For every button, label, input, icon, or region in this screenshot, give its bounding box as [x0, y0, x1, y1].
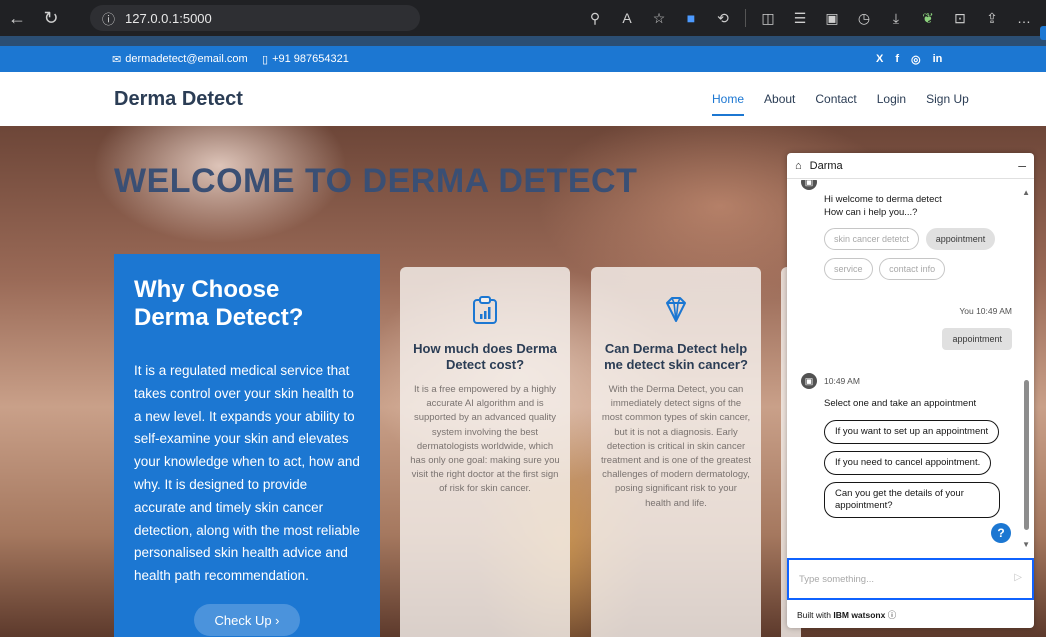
chat-message-input[interactable]	[789, 560, 999, 598]
social-links: X f ◎ in	[876, 53, 942, 66]
brand-logo[interactable]: Derma Detect	[114, 88, 243, 111]
toolbar-divider	[745, 9, 746, 27]
refresh-icon[interactable]: ↻	[34, 0, 68, 36]
check-up-button[interactable]: Check Up ›	[194, 604, 300, 636]
home-icon[interactable]: ⌂	[795, 160, 802, 172]
site-header: Derma Detect Home About Contact Login Si…	[0, 72, 1046, 126]
contact-topbar: ✉ dermadetect@email.com ▯ +91 987654321 …	[0, 46, 1046, 72]
why-choose-card: Why Choose Derma Detect? It is a regulat…	[114, 254, 380, 637]
option-appointment-details[interactable]: Can you get the details of your appointm…	[824, 482, 1000, 518]
footer-prefix: Built with	[797, 610, 834, 620]
scroll-down-icon[interactable]: ▼	[1022, 540, 1030, 549]
zoom-icon[interactable]: ⚲	[579, 10, 611, 27]
nav-home[interactable]: Home	[712, 92, 745, 116]
instagram-icon[interactable]: ◎	[911, 53, 921, 66]
browser-toolbar: ← ↻ ⓘ 127.0.0.1:5000 ⚲ A ☆ ■ ⟲ ◫ ☰ ▣ ◷ ⤓…	[0, 0, 1046, 36]
option-set-up-appointment[interactable]: If you want to set up an appointment	[824, 420, 1000, 444]
bot-avatar-icon: ▣	[801, 373, 817, 389]
chat-scrollbar[interactable]	[1024, 380, 1029, 530]
diamond-icon	[662, 295, 690, 325]
facebook-icon[interactable]: f	[895, 53, 899, 66]
chat-input-box: ▷	[787, 558, 1034, 600]
screenshot-icon[interactable]: ⊡	[944, 10, 976, 27]
chat-title: Darma	[809, 159, 843, 172]
bot-avatar-icon: ▣	[801, 180, 817, 190]
detect-card-body: With the Derma Detect, you can immediate…	[601, 384, 751, 509]
bot-welcome-message: Hi welcome to derma detect How can i hel…	[824, 193, 942, 219]
minimize-icon[interactable]: –	[1018, 157, 1026, 173]
chat-header: ⌂ Darma –	[787, 153, 1034, 179]
footer-brand: IBM watsonx	[833, 610, 886, 620]
collections-icon[interactable]: ▣	[816, 10, 848, 27]
option-cancel-appointment[interactable]: If you need to cancel appointment.	[824, 451, 992, 475]
detect-card-title: Can Derma Detect help me detect skin can…	[604, 341, 748, 372]
info-icon[interactable]: ⓘ	[888, 610, 897, 620]
chip-contact-info[interactable]: contact info	[879, 258, 946, 280]
cost-card-title: How much does Derma Detect cost?	[413, 341, 557, 372]
nav-signup[interactable]: Sign Up	[926, 92, 969, 116]
why-body: It is a regulated medical service that t…	[134, 363, 360, 584]
site-info-icon[interactable]: ⓘ	[102, 9, 115, 28]
arrow-left-icon[interactable]: ←	[0, 0, 34, 36]
url-text: 127.0.0.1:5000	[125, 10, 212, 26]
share-icon[interactable]: ⇪	[976, 10, 1008, 27]
favorite-star-icon[interactable]: ☆	[643, 10, 675, 27]
chip-row-1: skin cancer detetct appointment	[824, 228, 999, 250]
favorites-list-icon[interactable]: ☰	[784, 10, 816, 27]
extension-icon[interactable]: ■	[675, 10, 707, 26]
detect-card: Can Derma Detect help me detect skin can…	[591, 267, 761, 637]
chat-footer: Built with IBM watsonx ⓘ	[797, 609, 896, 621]
cost-card: How much does Derma Detect cost? It is a…	[400, 267, 570, 637]
browser-actions: ⚲ A ☆ ■ ⟲ ◫ ☰ ▣ ◷ ⤓ ❦ ⊡ ⇪ …	[579, 0, 1040, 36]
bot-prompt-message: Select one and take an appointment	[824, 398, 977, 409]
user-message-meta: You 10:49 AM	[959, 306, 1012, 316]
send-icon[interactable]: ▷	[1014, 572, 1022, 583]
hero-title: WELCOME TO DERMA DETECT	[114, 162, 638, 200]
chip-appointment[interactable]: appointment	[925, 228, 996, 250]
welcome-line-1: Hi welcome to derma detect	[824, 194, 942, 205]
topbar-phone[interactable]: ▯ +91 987654321	[262, 53, 349, 66]
topbar-email[interactable]: ✉ dermadetect@email.com	[112, 53, 248, 66]
scroll-up-icon[interactable]: ▲	[1022, 188, 1030, 197]
chip-row-2: service contact info	[824, 258, 949, 280]
download-icon[interactable]: ⤓	[880, 10, 912, 27]
chat-widget: ⌂ Darma – ▣ Hi welcome to derma detect H…	[787, 153, 1034, 628]
history-icon[interactable]: ◷	[848, 10, 880, 27]
more-menu-icon[interactable]: …	[1008, 10, 1040, 26]
email-text: dermadetect@email.com	[125, 53, 248, 65]
x-twitter-icon[interactable]: X	[876, 53, 883, 66]
phone-icon: ▯	[262, 53, 269, 66]
extension-green-icon[interactable]: ❦	[912, 10, 944, 27]
help-button[interactable]: ?	[991, 523, 1011, 543]
chip-service[interactable]: service	[824, 258, 873, 280]
linkedin-icon[interactable]: in	[933, 53, 943, 66]
chat-messages[interactable]: ▣ Hi welcome to derma detect How can i h…	[787, 180, 1034, 556]
why-heading: Why Choose Derma Detect?	[134, 276, 304, 331]
split-screen-icon[interactable]: ◫	[752, 10, 784, 27]
nav-contact[interactable]: Contact	[815, 92, 856, 116]
browser-gap	[0, 36, 1046, 46]
read-aloud-icon[interactable]: A	[611, 10, 643, 26]
clipboard-chart-icon	[471, 295, 499, 325]
bot-message-time: 10:49 AM	[824, 376, 860, 386]
nav-login[interactable]: Login	[877, 92, 906, 116]
envelope-icon: ✉	[112, 53, 122, 66]
main-nav: Home About Contact Login Sign Up	[712, 92, 989, 116]
cost-card-body: It is a free empowered by a highly accur…	[410, 384, 560, 495]
extension-puzzle-icon[interactable]: ⟲	[707, 10, 739, 27]
copilot-edge-icon[interactable]	[1040, 26, 1046, 40]
nav-about[interactable]: About	[764, 92, 795, 116]
chip-skin-cancer-detect[interactable]: skin cancer detetct	[824, 228, 920, 250]
welcome-line-2: How can i help you...?	[824, 207, 918, 218]
address-bar[interactable]: ⓘ 127.0.0.1:5000	[90, 5, 420, 31]
phone-text: +91 987654321	[272, 53, 349, 65]
user-message: appointment	[942, 328, 1012, 350]
